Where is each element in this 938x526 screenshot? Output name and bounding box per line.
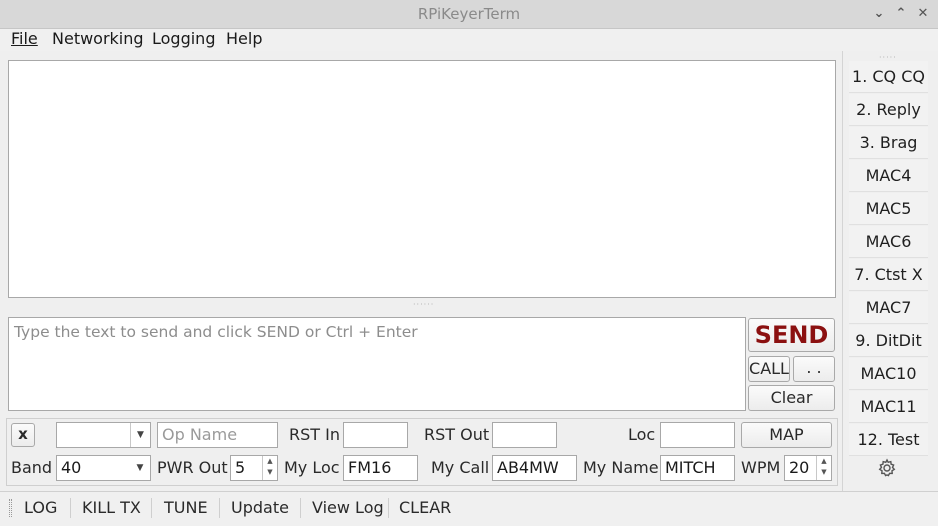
clear-fields-button[interactable]: x xyxy=(11,423,35,447)
macro-button-1[interactable]: 1. CQ CQ xyxy=(849,61,928,93)
send-text-placeholder: Type the text to send and click SEND or … xyxy=(14,323,418,341)
wpm-label: WPM xyxy=(741,458,781,477)
loc-input[interactable] xyxy=(660,422,735,448)
macro-button-4[interactable]: MAC4 xyxy=(849,160,928,192)
gear-icon-svg xyxy=(878,458,896,477)
pwr-out-value: 5 xyxy=(235,458,246,477)
call-combo[interactable]: ▼ xyxy=(56,422,151,448)
macro-button-9[interactable]: 9. DitDit xyxy=(849,325,928,357)
toolbar-separator xyxy=(70,498,71,518)
chevron-down-icon[interactable]: ▼ xyxy=(130,423,150,447)
splitter-handle[interactable]: ······ xyxy=(413,300,434,309)
close-icon[interactable]: ✕ xyxy=(914,5,932,23)
pwr-out-label: PWR Out xyxy=(157,458,228,477)
rst-in-label: RST In xyxy=(289,425,340,444)
window-title: RPiKeyerTerm xyxy=(417,5,521,23)
my-loc-input[interactable]: FM16 xyxy=(343,455,418,481)
maximize-icon[interactable]: ⌃ xyxy=(892,5,910,23)
macro-button-8[interactable]: MAC7 xyxy=(849,292,928,324)
update-button[interactable]: Update xyxy=(231,491,289,524)
rst-out-input[interactable] xyxy=(492,422,557,448)
spin-arrows-icon[interactable]: ▲ ▼ xyxy=(816,456,831,480)
my-call-input[interactable]: AB4MW xyxy=(492,455,577,481)
op-name-input[interactable]: Op Name xyxy=(157,422,278,448)
macro-button-7[interactable]: 7. Ctst X xyxy=(849,259,928,291)
tune-button[interactable]: TUNE xyxy=(164,491,208,524)
toolbar-separator xyxy=(300,498,301,518)
rst-out-label: RST Out xyxy=(424,425,490,444)
minimize-icon[interactable]: ⌄ xyxy=(870,5,888,23)
menu-file-label: File xyxy=(11,29,38,48)
menu-help[interactable]: Help xyxy=(226,29,262,51)
band-label: Band xyxy=(11,458,53,477)
macro-button-11[interactable]: MAC11 xyxy=(849,391,928,423)
rst-in-input[interactable] xyxy=(343,422,408,448)
macro-button-6[interactable]: MAC6 xyxy=(849,226,928,258)
call-button[interactable]: CALL xyxy=(748,356,790,382)
menu-file[interactable]: File xyxy=(11,29,38,51)
toolbar-separator xyxy=(219,498,220,518)
my-name-label: My Name xyxy=(583,458,659,477)
macro-button-5[interactable]: MAC5 xyxy=(849,193,928,225)
log-button[interactable]: LOG xyxy=(24,491,57,524)
menu-networking[interactable]: Networking xyxy=(52,29,144,51)
spin-arrows-icon[interactable]: ▲ ▼ xyxy=(262,456,277,480)
pwr-out-spinbox[interactable]: 5 ▲ ▼ xyxy=(230,455,278,481)
clear-button[interactable]: Clear xyxy=(748,385,835,411)
my-loc-label: My Loc xyxy=(284,458,340,477)
macro-button-3[interactable]: 3. Brag xyxy=(849,127,928,159)
kill-tx-button[interactable]: KILL TX xyxy=(82,491,141,524)
macro-button-2[interactable]: 2. Reply xyxy=(849,94,928,126)
wpm-spinbox[interactable]: 20 ▲ ▼ xyxy=(784,455,832,481)
chevron-down-icon[interactable]: ▼ xyxy=(130,456,150,480)
loc-label: Loc xyxy=(628,425,656,444)
band-value: 40 xyxy=(61,458,82,477)
dots-button[interactable]: . . xyxy=(793,356,835,382)
gear-icon[interactable] xyxy=(877,458,897,478)
op-name-placeholder: Op Name xyxy=(162,425,238,444)
send-text-input[interactable]: Type the text to send and click SEND or … xyxy=(8,317,746,411)
band-combo[interactable]: 40 ▼ xyxy=(56,455,151,481)
menu-logging[interactable]: Logging xyxy=(152,29,215,51)
toolbar-grip[interactable] xyxy=(9,499,12,517)
wpm-value: 20 xyxy=(789,458,810,477)
macro-button-12[interactable]: 12. Test xyxy=(849,424,928,456)
map-button[interactable]: MAP xyxy=(741,422,832,448)
macro-button-10[interactable]: MAC10 xyxy=(849,358,928,390)
toolbar-separator xyxy=(388,498,389,518)
my-name-input[interactable]: MITCH xyxy=(660,455,735,481)
my-call-label: My Call xyxy=(431,458,490,477)
clear-all-button[interactable]: CLEAR xyxy=(399,491,451,524)
send-button[interactable]: SEND xyxy=(748,318,835,352)
output-text-area[interactable] xyxy=(8,60,836,298)
view-log-button[interactable]: View Log xyxy=(312,491,384,524)
toolbar-separator xyxy=(151,498,152,518)
